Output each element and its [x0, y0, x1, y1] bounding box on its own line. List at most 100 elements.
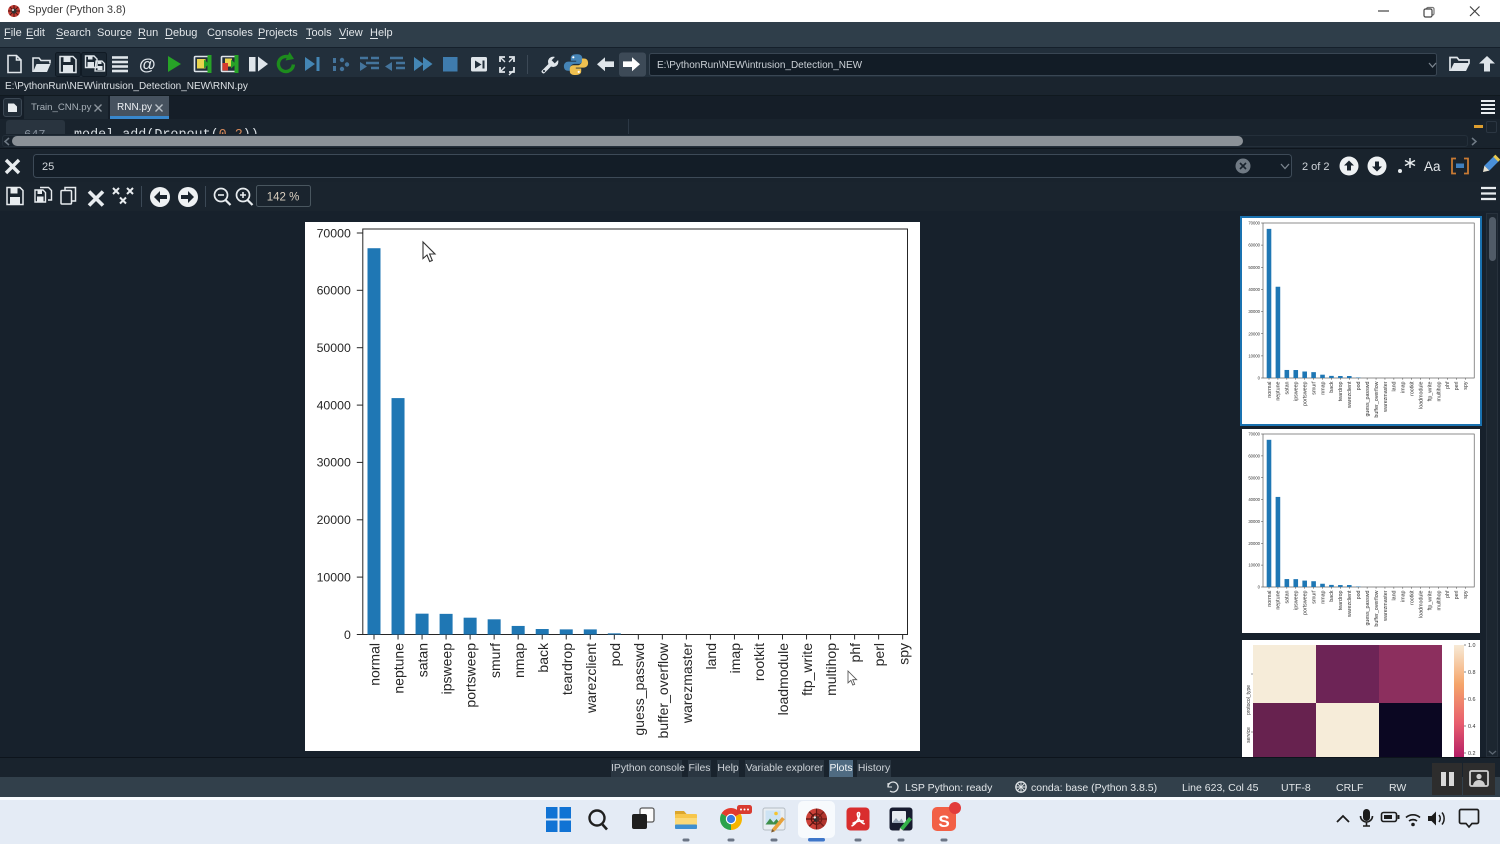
svg-text:50000: 50000	[1248, 475, 1260, 480]
svg-text:spy: spy	[895, 643, 911, 665]
svg-text:normal: normal	[367, 643, 383, 686]
svg-text:rootkit: rootkit	[1410, 381, 1416, 396]
svg-text:nmap: nmap	[1320, 381, 1326, 394]
svg-text:30000: 30000	[317, 456, 351, 470]
svg-text:loadmodule: loadmodule	[775, 643, 791, 716]
svg-text:0.4: 0.4	[1468, 724, 1476, 730]
svg-text:25: 25	[42, 161, 54, 173]
svg-text:20000: 20000	[1248, 331, 1260, 336]
svg-text:guess_passwd: guess_passwd	[1365, 381, 1371, 416]
svg-text:service: service	[1246, 727, 1252, 743]
svg-text:back: back	[1329, 590, 1335, 602]
svg-text:60000: 60000	[1248, 243, 1260, 248]
svg-text:E:\PythonRun\NEW\intrusion_Det: E:\PythonRun\NEW\intrusion_Detection_NEW	[657, 60, 863, 71]
svg-text:CRLF: CRLF	[1336, 782, 1363, 794]
svg-text:0.8: 0.8	[1468, 670, 1476, 676]
svg-text:satan: satan	[1285, 590, 1291, 603]
svg-text:land: land	[703, 643, 719, 669]
svg-text:buffer_overflow: buffer_overflow	[1374, 381, 1380, 417]
svg-text:imap: imap	[1401, 381, 1407, 393]
svg-text:back: back	[535, 642, 551, 673]
svg-text:warezmaster: warezmaster	[1383, 590, 1389, 621]
svg-text:rootkit: rootkit	[1410, 590, 1416, 605]
svg-text:teardrop: teardrop	[559, 643, 575, 695]
svg-text:rootkit: rootkit	[751, 643, 767, 681]
svg-text:portsweep: portsweep	[1302, 590, 1308, 614]
svg-text:neptune: neptune	[391, 643, 407, 694]
svg-text:satan: satan	[1285, 381, 1291, 394]
svg-text:40000: 40000	[1248, 497, 1260, 502]
svg-text:ftp_write: ftp_write	[799, 643, 815, 696]
svg-text:30000: 30000	[1248, 519, 1260, 524]
svg-text:warezmaster: warezmaster	[1383, 381, 1389, 412]
svg-text:protocol_type: protocol_type	[1246, 685, 1252, 715]
svg-text:smurf: smurf	[1311, 381, 1317, 395]
svg-text:10000: 10000	[1248, 563, 1260, 568]
svg-text:pod: pod	[1356, 590, 1362, 599]
svg-text:perl: perl	[1454, 382, 1460, 391]
svg-text:land: land	[1392, 590, 1398, 600]
svg-text:142 %: 142 %	[267, 192, 300, 204]
svg-text:buffer_overflow: buffer_overflow	[655, 642, 671, 738]
svg-text:imap: imap	[1401, 590, 1407, 602]
svg-text:multihop: multihop	[823, 643, 839, 696]
svg-text:50000: 50000	[1248, 265, 1260, 270]
svg-text:loadmodule: loadmodule	[1418, 590, 1424, 617]
svg-text:LSP Python: ready: LSP Python: ready	[905, 782, 993, 794]
svg-text:neptune: neptune	[1276, 590, 1282, 609]
svg-text:70000: 70000	[1248, 432, 1260, 437]
svg-text:70000: 70000	[1248, 221, 1260, 226]
svg-text:warezmaster: warezmaster	[679, 643, 695, 724]
svg-text:20000: 20000	[1248, 541, 1260, 546]
svg-text:60000: 60000	[1248, 454, 1260, 459]
svg-text:neptune: neptune	[1276, 381, 1282, 400]
svg-text:conda: base (Python 3.8.5): conda: base (Python 3.8.5)	[1031, 782, 1157, 794]
svg-text:satan: satan	[415, 643, 431, 677]
svg-text:50000: 50000	[317, 341, 351, 355]
svg-text:2 of 2: 2 of 2	[1302, 161, 1330, 173]
svg-text:10000: 10000	[317, 570, 351, 584]
svg-text:60000: 60000	[317, 284, 351, 298]
svg-text:pod: pod	[607, 643, 623, 666]
svg-text:normal: normal	[1267, 382, 1273, 398]
svg-text:40000: 40000	[317, 398, 351, 412]
svg-text:warezclient: warezclient	[1347, 590, 1353, 617]
svg-text:imap: imap	[727, 643, 743, 674]
svg-text:smurf: smurf	[1311, 590, 1317, 604]
svg-text:40000: 40000	[1248, 287, 1260, 292]
svg-text:S: S	[938, 812, 949, 831]
svg-text:teardrop: teardrop	[1338, 590, 1344, 610]
svg-text:ipsweep: ipsweep	[439, 643, 455, 695]
svg-text:portsweep: portsweep	[1302, 381, 1308, 405]
svg-text:teardrop: teardrop	[1338, 381, 1344, 401]
svg-text:Line 623, Col 45: Line 623, Col 45	[1182, 782, 1259, 794]
svg-text:20000: 20000	[317, 513, 351, 527]
svg-text:guess_passwd: guess_passwd	[1365, 590, 1371, 625]
svg-text:land: land	[1392, 381, 1398, 391]
svg-text:normal: normal	[1267, 591, 1273, 607]
svg-text:spy: spy	[1463, 381, 1469, 390]
svg-text:portsweep: portsweep	[463, 643, 479, 708]
svg-text:pod: pod	[1356, 381, 1362, 390]
svg-text:ipsweep: ipsweep	[1294, 381, 1300, 400]
svg-text:UTF-8: UTF-8	[1281, 782, 1311, 794]
svg-text:70000: 70000	[317, 226, 351, 240]
svg-text:phf: phf	[1445, 590, 1451, 598]
svg-text:guess_passwd: guess_passwd	[631, 643, 647, 736]
svg-text:30000: 30000	[1248, 309, 1260, 314]
svg-text:spy: spy	[1463, 590, 1469, 599]
svg-text:warezclient: warezclient	[1347, 381, 1353, 408]
svg-text:multihop: multihop	[1436, 381, 1442, 401]
svg-text:0.6: 0.6	[1468, 697, 1476, 703]
svg-text:phf: phf	[1445, 381, 1451, 389]
svg-text:RW: RW	[1389, 782, 1406, 794]
svg-text:smurf: smurf	[487, 643, 503, 678]
svg-text:back: back	[1329, 381, 1335, 393]
svg-text:10000: 10000	[1248, 354, 1260, 359]
svg-text:warezclient: warezclient	[583, 643, 599, 714]
svg-text:buffer_overflow: buffer_overflow	[1374, 590, 1380, 626]
svg-text:perl: perl	[1454, 591, 1460, 600]
svg-text:Aa: Aa	[1424, 159, 1441, 174]
svg-text:multihop: multihop	[1436, 590, 1442, 610]
svg-text:ftp_write: ftp_write	[1427, 590, 1433, 610]
